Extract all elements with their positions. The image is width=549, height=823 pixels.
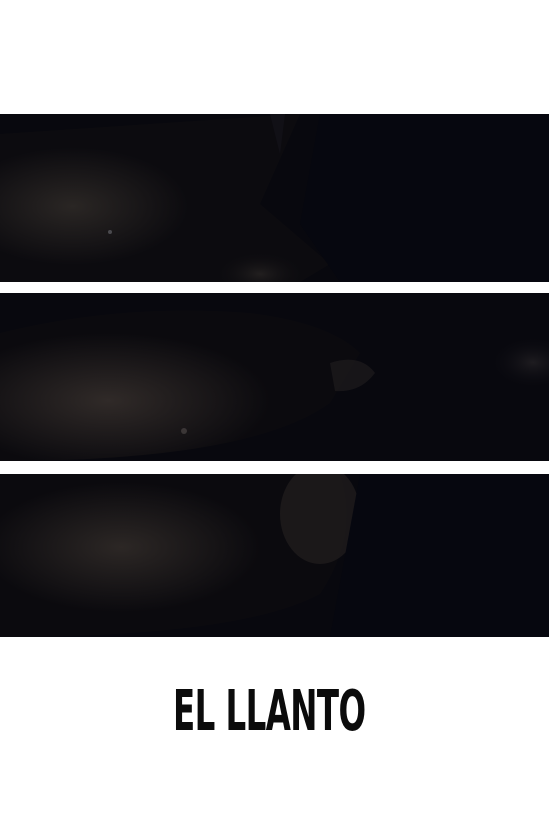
image-strip-bottom (0, 474, 549, 637)
image-strip-top (0, 114, 549, 282)
dark-photo-top (0, 114, 549, 282)
poster-title: EL LLANTO (173, 679, 366, 744)
poster: EL LLANTO (0, 0, 549, 823)
dark-photo-bottom (0, 474, 549, 637)
dark-photo-middle (0, 293, 549, 461)
image-strip-middle (0, 293, 549, 461)
